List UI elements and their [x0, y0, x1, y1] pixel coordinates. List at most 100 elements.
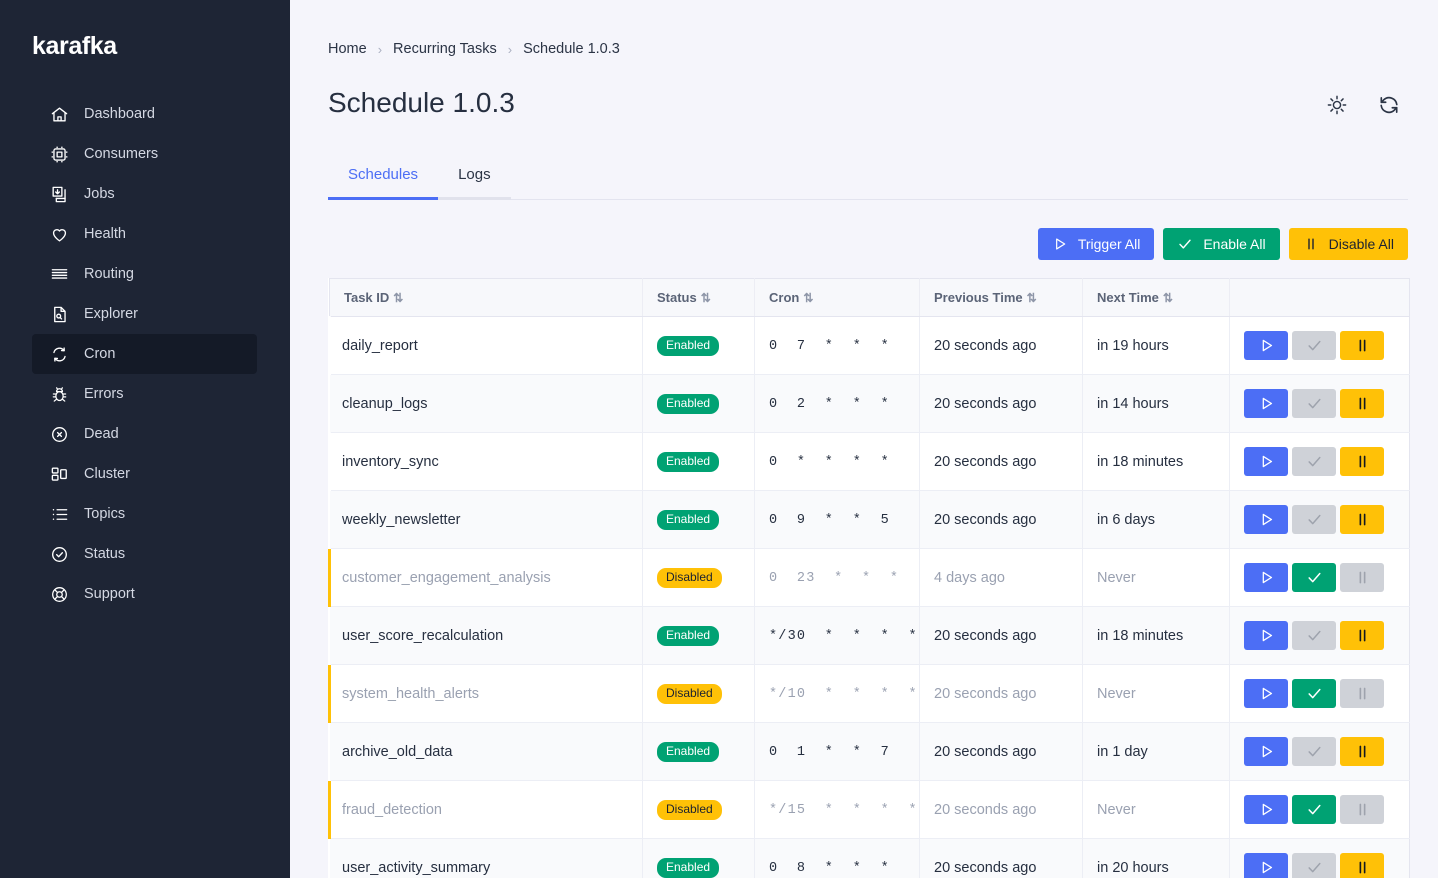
column-header-next-time[interactable]: Next Time⇅: [1083, 279, 1230, 317]
row-enable-button: [1292, 447, 1336, 476]
sidebar-item-consumers[interactable]: Consumers: [32, 134, 257, 174]
cell-status: Enabled: [643, 723, 755, 781]
column-header-cron[interactable]: Cron⇅: [755, 279, 920, 317]
row-action-group: [1244, 621, 1395, 650]
cell-status: Enabled: [643, 433, 755, 491]
tab-schedules[interactable]: Schedules: [328, 166, 438, 200]
row-disable-button[interactable]: [1340, 447, 1384, 476]
row-enable-button: [1292, 331, 1336, 360]
column-header-status[interactable]: Status⇅: [643, 279, 755, 317]
sidebar-item-cluster[interactable]: Cluster: [32, 454, 257, 494]
bulk-action-toolbar: Trigger All Enable All Disable All: [328, 228, 1408, 260]
cell-previous-time: 20 seconds ago: [920, 607, 1083, 665]
enable-all-button[interactable]: Enable All: [1163, 228, 1279, 260]
sidebar-item-topics[interactable]: Topics: [32, 494, 257, 534]
circle-x-icon: [50, 425, 69, 444]
tab-bar: Schedules Logs: [328, 152, 1408, 200]
cell-task-id: system_health_alerts: [330, 665, 643, 723]
row-enable-button[interactable]: [1292, 679, 1336, 708]
row-disable-button[interactable]: [1340, 331, 1384, 360]
cell-actions: [1230, 549, 1410, 607]
sidebar-item-support[interactable]: Support: [32, 574, 257, 614]
sidebar-item-cron[interactable]: Cron: [32, 334, 257, 374]
bug-icon: [50, 385, 69, 404]
cell-next-time: in 6 days: [1083, 491, 1230, 549]
row-disable-button[interactable]: [1340, 621, 1384, 650]
cell-next-time: in 1 day: [1083, 723, 1230, 781]
cell-actions: [1230, 781, 1410, 839]
cell-task-id: user_activity_summary: [330, 839, 643, 878]
sidebar-item-explorer[interactable]: Explorer: [32, 294, 257, 334]
cell-cron: 0 23 * * *: [755, 549, 920, 607]
sidebar-item-dead[interactable]: Dead: [32, 414, 257, 454]
cell-cron: 0 7 * * *: [755, 317, 920, 375]
sort-icon[interactable]: ⇅: [1027, 291, 1037, 305]
cell-actions: [1230, 839, 1410, 878]
row-trigger-button[interactable]: [1244, 331, 1288, 360]
cell-next-time: Never: [1083, 549, 1230, 607]
column-header-task-id[interactable]: Task ID⇅: [330, 279, 643, 317]
row-enable-button: [1292, 389, 1336, 418]
sidebar-item-errors[interactable]: Errors: [32, 374, 257, 414]
sidebar-item-label: Support: [84, 585, 135, 604]
row-disable-button[interactable]: [1340, 737, 1384, 766]
column-header-actions: [1230, 279, 1410, 317]
cell-actions: [1230, 317, 1410, 375]
table-row: archive_old_dataEnabled0 1 * * 720 secon…: [330, 723, 1410, 781]
sort-icon[interactable]: ⇅: [1163, 291, 1173, 305]
row-disable-button[interactable]: [1340, 389, 1384, 418]
app-root: karafka Dashboard Consumers Jobs Health …: [0, 0, 1438, 878]
cell-cron: 0 2 * * *: [755, 375, 920, 433]
status-badge: Enabled: [657, 626, 719, 646]
cluster-blocks-icon: [50, 465, 69, 484]
row-trigger-button[interactable]: [1244, 853, 1288, 878]
sun-icon[interactable]: [1326, 94, 1348, 116]
row-action-group: [1244, 737, 1395, 766]
row-enable-button: [1292, 853, 1336, 878]
row-trigger-button[interactable]: [1244, 679, 1288, 708]
row-action-group: [1244, 447, 1395, 476]
trigger-all-button[interactable]: Trigger All: [1038, 228, 1155, 260]
sidebar-item-health[interactable]: Health: [32, 214, 257, 254]
row-disable-button[interactable]: [1340, 505, 1384, 534]
pause-icon: [1303, 236, 1319, 252]
row-trigger-button[interactable]: [1244, 389, 1288, 418]
tab-logs[interactable]: Logs: [438, 166, 511, 200]
sidebar-item-label: Jobs: [84, 185, 115, 204]
row-disable-button: [1340, 795, 1384, 824]
row-trigger-button[interactable]: [1244, 563, 1288, 592]
sidebar-item-status[interactable]: Status: [32, 534, 257, 574]
breadcrumb-item-recurring-tasks[interactable]: Recurring Tasks: [393, 41, 497, 57]
row-enable-button[interactable]: [1292, 795, 1336, 824]
cell-next-time: Never: [1083, 665, 1230, 723]
breadcrumb-item-home[interactable]: Home: [328, 41, 367, 57]
sort-icon[interactable]: ⇅: [701, 291, 711, 305]
row-action-group: [1244, 679, 1395, 708]
row-enable-button[interactable]: [1292, 563, 1336, 592]
row-enable-button: [1292, 621, 1336, 650]
download-stack-icon: [50, 185, 69, 204]
row-trigger-button[interactable]: [1244, 505, 1288, 534]
sidebar: karafka Dashboard Consumers Jobs Health …: [0, 0, 290, 878]
cell-actions: [1230, 491, 1410, 549]
sidebar-item-label: Dashboard: [84, 105, 155, 124]
sort-icon[interactable]: ⇅: [393, 291, 403, 305]
table-row: user_activity_summaryEnabled0 8 * * *20 …: [330, 839, 1410, 878]
row-trigger-button[interactable]: [1244, 737, 1288, 766]
sidebar-item-routing[interactable]: Routing: [32, 254, 257, 294]
row-trigger-button[interactable]: [1244, 447, 1288, 476]
column-header-previous-time[interactable]: Previous Time⇅: [920, 279, 1083, 317]
cell-actions: [1230, 665, 1410, 723]
cell-status: Disabled: [643, 549, 755, 607]
disable-all-button[interactable]: Disable All: [1289, 228, 1408, 260]
refresh-icon[interactable]: [1378, 94, 1400, 116]
sidebar-item-jobs[interactable]: Jobs: [32, 174, 257, 214]
row-trigger-button[interactable]: [1244, 795, 1288, 824]
sort-icon[interactable]: ⇅: [803, 291, 813, 305]
row-disable-button[interactable]: [1340, 853, 1384, 878]
sidebar-item-dashboard[interactable]: Dashboard: [32, 94, 257, 134]
cell-cron: */10 * * * *: [755, 665, 920, 723]
sidebar-item-label: Status: [84, 545, 125, 564]
row-trigger-button[interactable]: [1244, 621, 1288, 650]
row-action-group: [1244, 331, 1395, 360]
